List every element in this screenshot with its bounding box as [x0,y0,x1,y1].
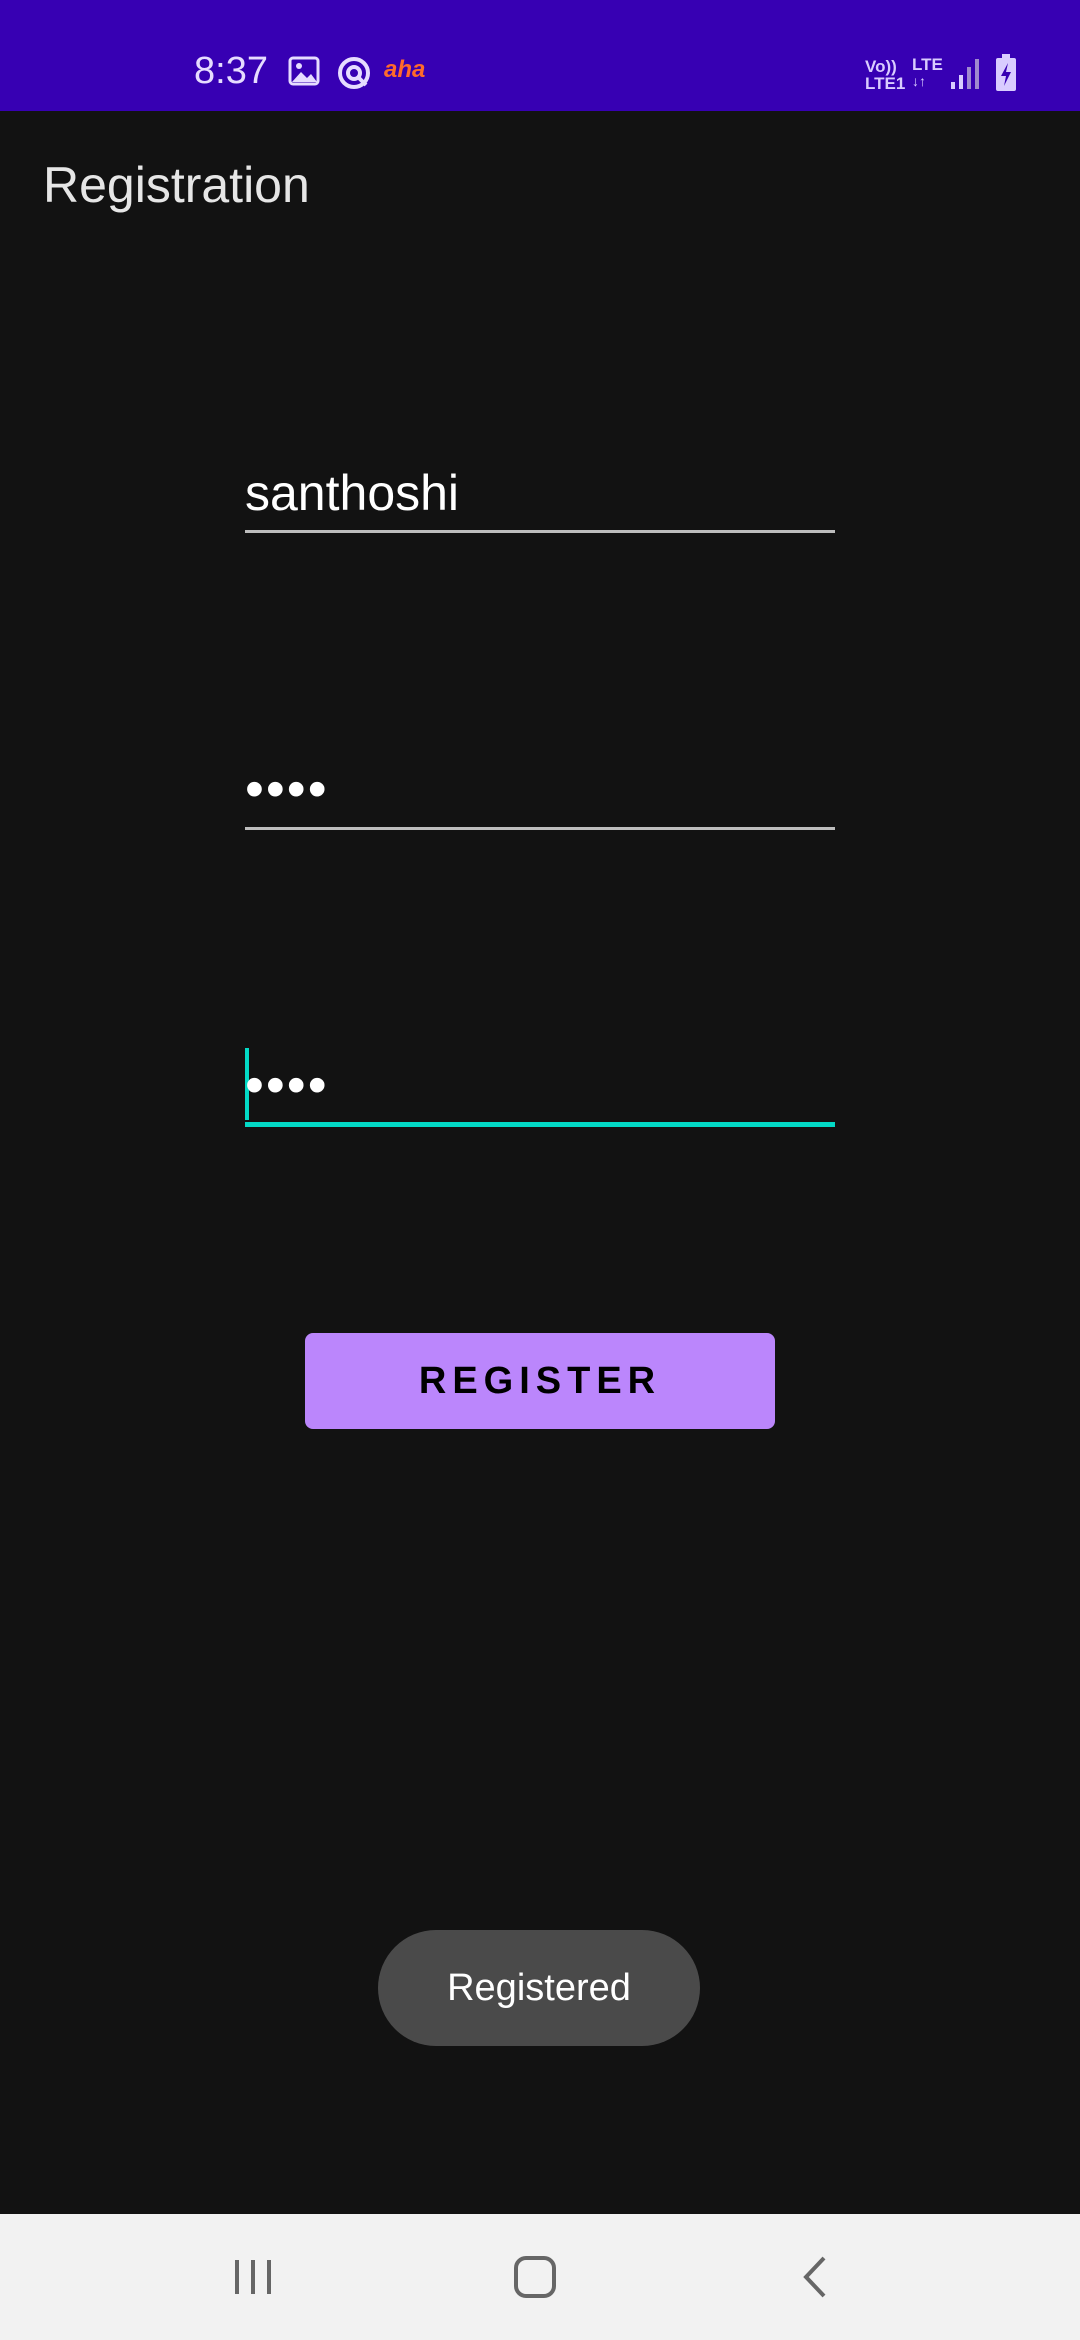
volte-label-top: Vo)) [865,57,897,76]
battery-charging-icon [996,54,1016,91]
password-field[interactable]: •••• [245,748,835,834]
lte-label: LTE [912,55,943,74]
volte-label-bottom: LTE1 [865,74,906,93]
recents-icon[interactable] [232,2256,274,2298]
home-icon[interactable] [512,2254,558,2300]
confirm-password-value: •••• [245,1055,329,1115]
password-value: •••• [245,759,329,819]
image-icon [288,56,320,86]
toast-message: Registered [378,1930,700,2046]
circle-app-icon [338,57,370,89]
username-field[interactable]: santhoshi [245,450,835,536]
lte-icon: LTE ↓↑ [912,55,943,89]
navigation-bar [0,2214,1080,2340]
password-underline [245,827,835,830]
confirm-password-underline [245,1122,835,1127]
username-value: santhoshi [245,465,460,521]
back-icon[interactable] [800,2254,830,2300]
aha-app-icon: aha [384,56,426,83]
signal-icon [951,59,979,89]
page-title: Registration [43,157,310,213]
status-time: 8:37 [194,50,268,92]
volte-icon: Vo)) LTE1 [865,58,905,92]
confirm-password-field[interactable]: •••• [245,1044,835,1130]
status-bar: 8:37 aha Vo)) LTE1 LTE ↓↑ [0,0,1080,111]
username-underline [245,530,835,533]
register-button[interactable]: REGISTER [305,1333,775,1429]
